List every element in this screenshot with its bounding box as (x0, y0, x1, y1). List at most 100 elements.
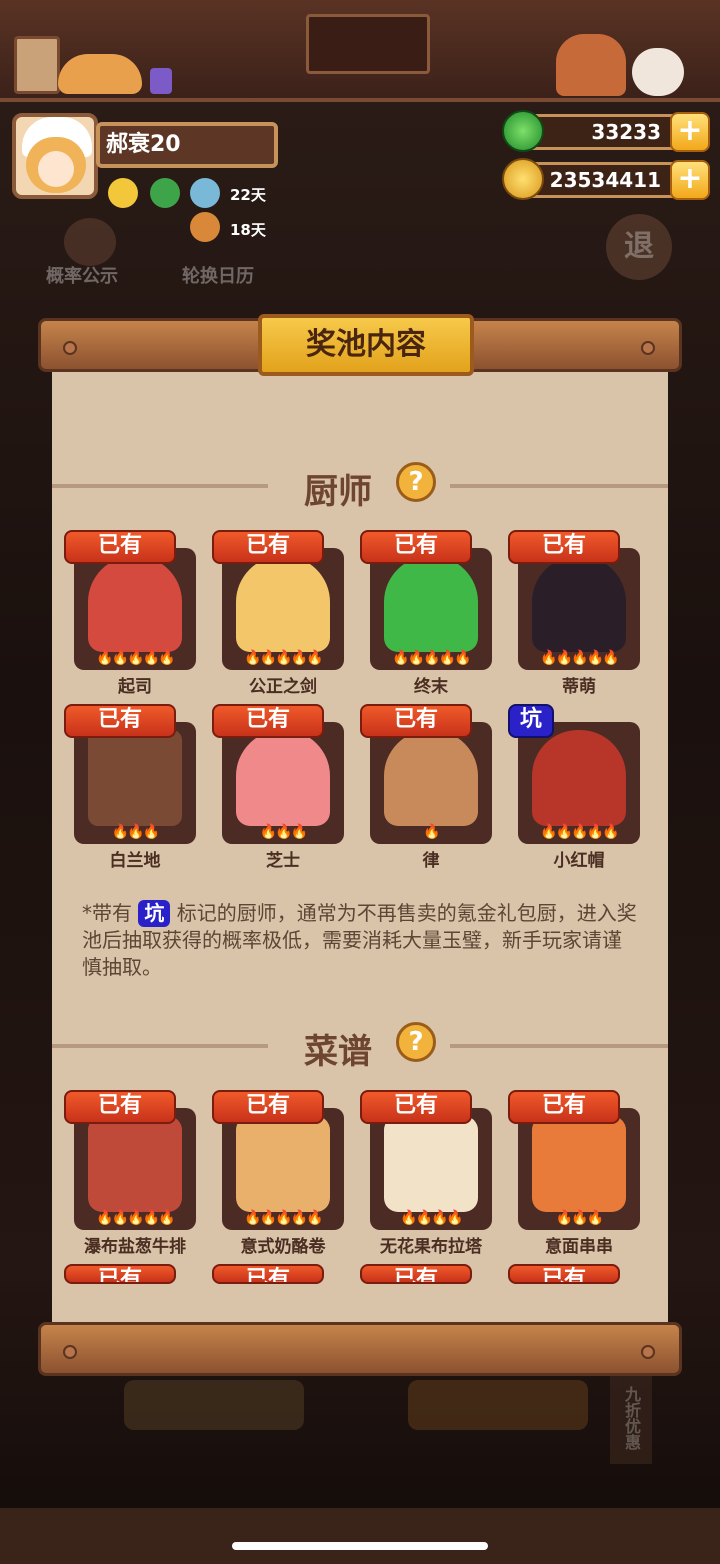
chef-name: 起司 (118, 677, 152, 697)
add-coin-button[interactable]: + (670, 160, 710, 200)
star-flames: 🔥🔥🔥🔥🔥 (244, 1210, 323, 1226)
prize-pool-panel: 厨师 ? 🔥🔥🔥🔥🔥 已有 起司 🔥🔥🔥🔥🔥 已有 公正之剑 🔥🔥🔥🔥🔥 已有 … (52, 368, 668, 1326)
chef-card[interactable]: 🔥🔥🔥🔥🔥 (370, 548, 492, 670)
white-cat-decor-icon (632, 48, 684, 96)
recipe-name: 瀑布盐葱牛排 (84, 1237, 186, 1257)
coin-buff-icon[interactable] (108, 178, 138, 208)
banner-picture-icon (306, 14, 430, 74)
owned-tag: 已有 (360, 1090, 472, 1124)
chef-name: 小红帽 (553, 851, 605, 871)
rare-chef-note: *带有 坑 标记的厨师，通常为不再售卖的氪金礼包厨，进入奖池后抽取获得的概率极低… (82, 900, 638, 981)
recipe-card[interactable]: 🔥🔥🔥🔥 (370, 1108, 492, 1230)
star-flames: 🔥🔥🔥 (555, 1210, 604, 1226)
owned-tag-partial: 已有 (212, 1264, 324, 1284)
probability-label: 概率公示 (46, 266, 118, 287)
notice-board-icon (14, 36, 60, 94)
recipe-section-title: 菜谱 (304, 1032, 372, 1072)
nail-icon (63, 1345, 77, 1359)
chef-card[interactable]: 🔥🔥🔥🔥🔥 (518, 548, 640, 670)
section-divider-right (450, 484, 668, 488)
owned-tag: 已有 (360, 530, 472, 564)
star-flames: 🔥🔥🔥🔥🔥 (540, 824, 619, 840)
owned-tag: 已有 (508, 530, 620, 564)
nail-icon (63, 341, 77, 355)
chef-card[interactable]: 🔥🔥🔥 (74, 722, 196, 844)
add-jade-button[interactable]: + (670, 112, 710, 152)
chef-portrait (384, 730, 478, 826)
scroll-rod-bottom (38, 1322, 682, 1376)
star-flames: 🔥🔥🔥 (259, 824, 308, 840)
owned-tag: 已有 (508, 1090, 620, 1124)
chef-card[interactable]: 🔥🔥🔥 (222, 722, 344, 844)
chef-portrait (532, 730, 626, 826)
chef-portrait (384, 556, 478, 652)
chef-portrait (88, 730, 182, 826)
owned-tag: 已有 (360, 704, 472, 738)
draw-ten-faded (408, 1380, 588, 1430)
star-flames: 🔥 (423, 824, 440, 840)
recipe-card[interactable]: 🔥🔥🔥🔥🔥 (74, 1108, 196, 1230)
chef-card[interactable]: 🔥🔥🔥🔥🔥 (74, 548, 196, 670)
recipe-card[interactable]: 🔥🔥🔥 (518, 1108, 640, 1230)
chef-card[interactable]: 🔥🔥🔥🔥🔥 (518, 722, 640, 844)
draw-one-faded (124, 1380, 304, 1430)
star-flames: 🔥🔥🔥🔥 (400, 1210, 464, 1226)
star-flames: 🔥🔥🔥🔥🔥 (540, 650, 619, 666)
star-flames: 🔥🔥🔥🔥🔥 (96, 650, 175, 666)
owned-tag: 已有 (64, 1090, 176, 1124)
recipe-image (88, 1116, 182, 1212)
note-prefix: *带有 (82, 901, 132, 925)
bowl-buff-icon[interactable] (190, 178, 220, 208)
owned-tag-partial: 已有 (64, 1264, 176, 1284)
section-divider-left (52, 484, 268, 488)
chef-portrait (236, 730, 330, 826)
tool-buff-icon[interactable] (190, 212, 220, 242)
chef-name: 白兰地 (109, 851, 161, 871)
recipe-name: 意面串串 (545, 1237, 613, 1257)
owned-tag-partial: 已有 (508, 1264, 620, 1284)
recipe-card[interactable]: 🔥🔥🔥🔥🔥 (222, 1108, 344, 1230)
recipe-name: 无花果布拉塔 (380, 1237, 482, 1257)
owned-tag-partial: 已有 (360, 1264, 472, 1284)
chef-card[interactable]: 🔥 (370, 722, 492, 844)
owned-tag: 已有 (212, 704, 324, 738)
buff-days-label: 22天 (230, 186, 266, 204)
chef-name: 芝士 (266, 851, 300, 871)
chef-decor-icon (556, 34, 626, 96)
star-flames: 🔥🔥🔥🔥🔥 (96, 1210, 175, 1226)
retreat-faded-button: 退 (606, 214, 672, 280)
jar-decor-icon (150, 68, 172, 94)
buff-days-label-2: 18天 (230, 221, 266, 239)
chef-help-button[interactable]: ? (396, 462, 436, 502)
nail-icon (641, 341, 655, 355)
owned-tag: 已有 (212, 530, 324, 564)
owned-tag: 已有 (212, 1090, 324, 1124)
player-name: 郝衰20 (96, 122, 278, 168)
star-flames: 🔥🔥🔥🔥🔥 (392, 650, 471, 666)
chef-section-title: 厨师 (304, 472, 372, 512)
recipe-image (384, 1116, 478, 1212)
chef-portrait (236, 556, 330, 652)
avatar[interactable] (12, 113, 98, 199)
recipe-name: 意式奶酪卷 (240, 1237, 326, 1257)
jade-icon (502, 110, 544, 152)
recipe-image (236, 1116, 330, 1212)
section-divider-left (52, 1044, 268, 1048)
chef-name: 蒂萌 (562, 677, 596, 697)
discount-faded: 九折优惠 (610, 1372, 652, 1464)
coin-icon (502, 158, 544, 200)
panel-title: 奖池内容 (258, 314, 474, 376)
owned-tag: 已有 (64, 530, 176, 564)
nail-icon (641, 1345, 655, 1359)
jade-buff-icon[interactable] (150, 178, 180, 208)
chef-name: 终末 (414, 677, 448, 697)
recipe-help-button[interactable]: ? (396, 1022, 436, 1062)
chef-portrait (88, 556, 182, 652)
rare-tag: 坑 (508, 704, 554, 738)
home-indicator[interactable] (232, 1542, 488, 1550)
chef-card[interactable]: 🔥🔥🔥🔥🔥 (222, 548, 344, 670)
cat-decor-icon (58, 54, 142, 94)
calendar-label: 轮换日历 (182, 266, 254, 287)
chef-name: 律 (422, 851, 440, 871)
chef-portrait (532, 556, 626, 652)
